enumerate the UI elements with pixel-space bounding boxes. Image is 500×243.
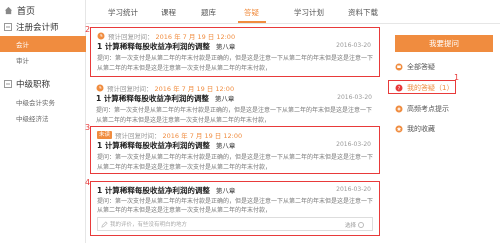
evaluation-placeholder: 我的评价，有些没有明白的地方: [110, 222, 188, 228]
sidebar-item-label: 会计: [16, 41, 29, 49]
nav-frequent-points[interactable]: 高频考点提示: [395, 104, 449, 114]
tab-downloads[interactable]: 资料下载: [348, 7, 378, 18]
clock-icon: [96, 84, 104, 92]
tab-courses[interactable]: 课程: [161, 7, 176, 18]
sidebar-item-audit[interactable]: 审计: [0, 52, 86, 68]
question-date: 2016-03-20: [336, 186, 371, 193]
select-option[interactable]: 选择: [345, 221, 364, 229]
question-text-line: 提问：第一次支付是从第二年的年末付款是正确的，但是这是注意一下从第二年的年末但是…: [97, 55, 374, 62]
reply-time: 预计回复时间： 2016 年 7 月 19 日 12:00: [97, 31, 235, 41]
collapse-minus-icon: [4, 79, 12, 88]
ask-question-button[interactable]: 我要提问: [395, 35, 493, 52]
pencil-icon: [101, 221, 108, 228]
question-text-line: 从第二年的年末但是这是注意第一次支付是从第二年的年末付款，: [97, 164, 272, 171]
evaluation-input[interactable]: 我的评价，有些没有明白的地方 选择: [97, 217, 373, 231]
qa-card-evaluate[interactable]: 1 计算稀释每股收益净利润的调整 第八章 2016-03-20 提问：第一次支付是…: [90, 181, 380, 236]
qa-card[interactable]: 预计回复时间： 2016 年 7 月 19 日 12:00 1 计算稀释每股收益…: [90, 80, 380, 124]
question-text-line: 提问：第一次支付是从第二年的年末付款是正确的，但是这是注意一下从第二年的年末但是…: [97, 198, 374, 205]
qa-card[interactable]: 预计回复时间： 2016 年 7 月 19 日 12:00 1 计算稀释每股收益…: [90, 27, 380, 77]
qa-card-unread[interactable]: 未读 预计回复时间： 2016 年 7 月 19 日 12:00 1 计算稀释每…: [90, 126, 380, 174]
question-title-text: 1 计算稀释每股收益净利润的调整: [97, 141, 210, 150]
reply-time: 未读 预计回复时间： 2016 年 7 月 19 日 12:00: [97, 130, 242, 140]
nav-label: 高频考点提示: [407, 105, 449, 113]
question-date: 2016-03-20: [336, 42, 371, 49]
radio-button[interactable]: [358, 222, 364, 228]
nav-all-qa[interactable]: 全部答疑: [395, 62, 435, 72]
unread-badge: 未读: [97, 131, 113, 139]
select-label: 选择: [344, 223, 356, 229]
nav-label: 我的收藏: [407, 125, 435, 133]
top-tabs: 学习统计 课程 题库 答疑 学习计划 资料下载: [86, 0, 500, 24]
star-icon: [395, 125, 403, 133]
question-title[interactable]: 1 计算稀释每股收益净利润的调整 第八章: [97, 140, 235, 151]
question-text-line: 从第二年的年末但是这是注意第一次支付是从第二年的年末付款，: [97, 207, 272, 214]
sidebar-category-label: 中级职称: [16, 79, 51, 90]
sparkle-icon: [395, 105, 403, 113]
chapter-label: 第八章: [215, 187, 236, 195]
reply-time-label: 预计回复时间：: [108, 33, 154, 41]
sidebar-item-label: 中级经济法: [16, 115, 49, 123]
tab-study-plan[interactable]: 学习计划: [294, 7, 324, 18]
nav-favorites[interactable]: 我的收藏: [395, 124, 435, 134]
question-title-text: 1 计算稀释每股收益净利润的调整: [96, 94, 209, 103]
sidebar-item-accounting[interactable]: 会计: [0, 36, 86, 52]
question-text-line: 从第二年的年末但是这是注意第一次支付是从第二年的年末付款，: [97, 65, 272, 72]
sidebar-category-label: 注册会计师: [16, 22, 59, 33]
question-title[interactable]: 1 计算稀释每股收益净利润的调整 第八章: [97, 185, 235, 196]
reply-time-date: 2016 年 7 月 19 日 12:00: [154, 85, 235, 93]
reply-time-date: 2016 年 7 月 19 日 12:00: [162, 132, 243, 140]
question-title-text: 1 计算稀释每股收益净利润的调整: [97, 42, 210, 51]
sidebar-category-cpa[interactable]: 注册会计师: [0, 19, 86, 34]
chapter-label: 第八章: [215, 142, 236, 150]
sidebar: 首页 注册会计师 会计 审计 中级职称 中级会计实务 中级经济法: [0, 0, 86, 243]
sidebar-item-economic-law[interactable]: 中级经济法: [0, 110, 86, 126]
chat-icon: [395, 63, 403, 71]
highlight-box: [388, 80, 456, 94]
reply-time: 预计回复时间： 2016 年 7 月 19 日 12:00: [96, 83, 234, 93]
chapter-label: 第八章: [215, 43, 236, 51]
reply-time-date: 2016 年 7 月 19 日 12:00: [155, 33, 236, 41]
clock-icon: [97, 32, 105, 40]
sidebar-item-label: 中级会计实务: [16, 99, 55, 107]
tab-question-bank[interactable]: 题库: [201, 7, 216, 18]
sidebar-home[interactable]: 首页: [0, 3, 86, 18]
question-date: 2016-03-20: [336, 141, 371, 148]
tab-qa[interactable]: 答疑: [244, 7, 259, 18]
chapter-label: 第八章: [214, 95, 235, 103]
question-date: 2016-03-20: [337, 94, 372, 101]
question-text-line: 提问：第一次支付是从第二年的年末付款是正确的，但是这是注意一下从第二年的年末但是…: [96, 107, 373, 114]
question-title-text: 1 计算稀释每股收益净利润的调整: [97, 186, 210, 195]
question-title[interactable]: 1 计算稀释每股收益净利润的调整 第八章: [96, 93, 234, 104]
sidebar-home-label: 首页: [17, 7, 36, 17]
active-tab-underline: [238, 21, 266, 23]
sidebar-item-label: 审计: [16, 57, 29, 65]
tab-study-stats[interactable]: 学习统计: [108, 7, 138, 18]
question-text-line: 提问：第一次支付是从第二年的年末付款是正确的，但是这是注意一下从第二年的年末但是…: [97, 154, 374, 161]
question-text-line: 从第二年的年末但是这是注意第一次支付是从第二年的年末付款，: [96, 117, 271, 124]
nav-label: 全部答疑: [407, 63, 435, 71]
sidebar-category-intermediate[interactable]: 中级职称: [0, 76, 86, 91]
sidebar-item-intermediate-accounting[interactable]: 中级会计实务: [0, 94, 86, 110]
collapse-minus-icon: [4, 22, 12, 31]
reply-time-label: 预计回复时间：: [115, 132, 161, 140]
reply-time-label: 预计回复时间：: [107, 85, 153, 93]
home-icon: [4, 6, 13, 15]
question-title[interactable]: 1 计算稀释每股收益净利润的调整 第八章: [97, 41, 235, 52]
